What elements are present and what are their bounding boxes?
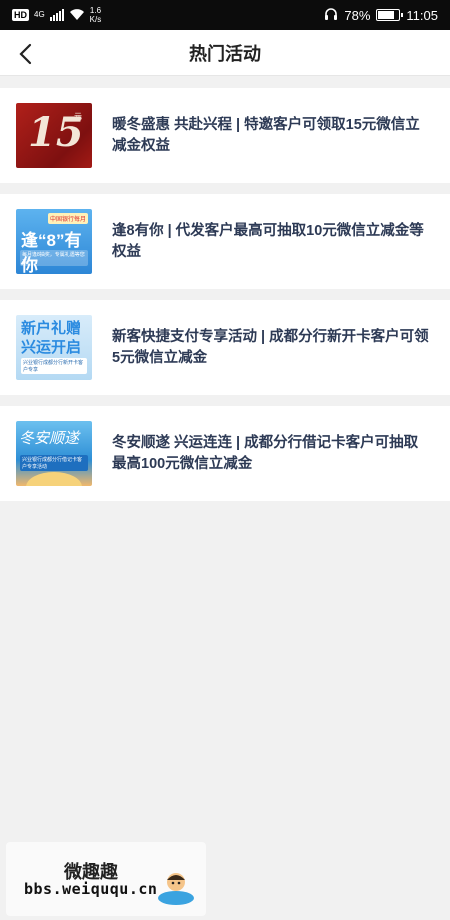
net-speed-value: 1.6 [89,6,102,15]
page-title: 热门活动 [189,43,261,64]
hd-icon: HD [12,9,29,21]
signal-icon [49,9,64,21]
net-speed-unit: K/s [89,15,102,24]
net-speed: 1.6 K/s [90,6,102,24]
activity-title: 冬安顺遂 兴运连连 | 成都分行借记卡客户可抽取最高100元微信立减金 [112,434,419,472]
mascot-icon [158,873,194,905]
watermark-url: bbs.weiququ.cn [24,880,158,898]
status-left: HD 4G 1.6 K/s [12,6,101,24]
activity-title: 暖冬盛惠 共赴兴程 | 特邀客户可领取15元微信立减金权益 [112,116,420,154]
battery-icon [376,9,404,21]
nav-bar: 热门活动 [0,30,450,76]
activity-thumbnail: 中国银行每月 逢“8”有你 每月逢8抽奖，专属礼遇等您来 [16,209,92,274]
network-type: 4G [34,10,45,19]
activity-item[interactable]: 新户礼赠 兴运开启 兴业银行成都分行新开卡客户专享 新客快捷支付专享活动 | 成… [0,300,450,395]
status-bar: HD 4G 1.6 K/s 78% 11:05 [0,0,450,30]
thumb-decoration [26,472,82,486]
thumb-subline: 兴业银行成都分行新开卡客户专享 [21,358,87,374]
activity-thumbnail: 冬安顺遂 兴业银行成都分行借记卡客户专享活动 [16,421,92,486]
thumb-headline: 冬安顺遂 [19,429,80,447]
activity-thumbnail: 15 元 [16,103,92,168]
activity-title: 逢8有你 | 代发客户最高可抽取10元微信立减金等权益 [112,222,424,260]
activity-thumbnail: 新户礼赠 兴运开启 兴业银行成都分行新开卡客户专享 [16,315,92,380]
activity-item[interactable]: 15 元 暖冬盛惠 共赴兴程 | 特邀客户可领取15元微信立减金权益 [0,88,450,183]
thumb-headline-line2: 兴运开启 [21,339,82,356]
wifi-icon [69,9,85,21]
thumb-headline-line1: 新户礼赠 [21,320,82,337]
chevron-left-icon [19,43,32,65]
activity-title: 新客快捷支付专享活动 | 成都分行新开卡客户可领5元微信立减金 [112,328,429,366]
activity-item[interactable]: 中国银行每月 逢“8”有你 每月逢8抽奖，专属礼遇等您来 逢8有你 | 代发客户… [0,194,450,289]
activity-list: 15 元 暖冬盛惠 共赴兴程 | 特邀客户可领取15元微信立减金权益 中国银行每… [0,88,450,512]
thumb-headline: 新户礼赠 兴运开启 [21,319,81,357]
status-right: 78% 11:05 [324,7,438,23]
back-button[interactable] [12,41,38,67]
thumb-tag: 中国银行每月 [47,213,88,224]
headphone-icon [324,7,338,23]
watermark: 微趣趣 bbs.weiququ.cn [6,842,206,916]
clock: 11:05 [406,7,438,23]
battery-percent: 78% [344,7,371,23]
thumb-subline: 兴业银行成都分行借记卡客户专享活动 [20,455,88,471]
thumb-unit: 元 [74,112,82,121]
activity-item[interactable]: 冬安顺遂 兴业银行成都分行借记卡客户专享活动 冬安顺遂 兴运连连 | 成都分行借… [0,406,450,501]
thumb-subline: 每月逢8抽奖，专属礼遇等您来 [20,250,88,266]
